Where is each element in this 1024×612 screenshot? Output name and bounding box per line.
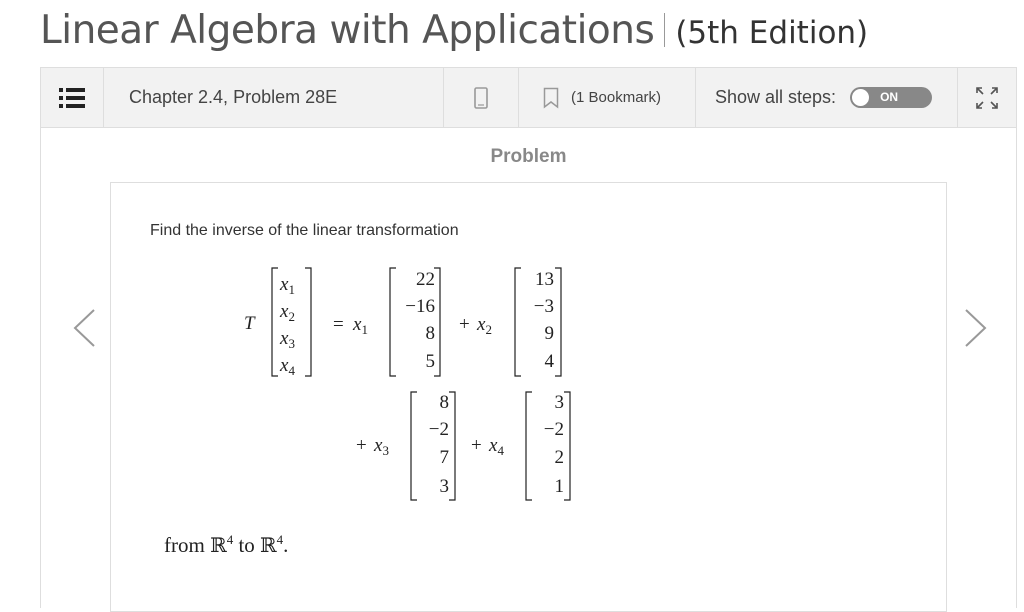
vector-4: 3 −2 2 1 [544, 392, 564, 497]
from-word: from [164, 533, 205, 557]
input-vector: x1 x2 x3 x4 [279, 274, 295, 378]
vector-entry: −3 [534, 296, 554, 317]
equation: T x1 x2 x3 x4 = x1 22 −16 8 5 + x2 13 −3… [244, 267, 571, 501]
to-word: to [238, 533, 255, 557]
codomain-symbol: ℝ [260, 533, 277, 557]
vector-entry: −2 [429, 419, 449, 440]
input-entry: x1 [279, 274, 295, 297]
vector-entry: 8 [426, 323, 436, 344]
vector-entry: 4 [545, 351, 555, 372]
term-coefficient: x2 [476, 314, 492, 337]
vector-1: 22 −16 8 5 [405, 269, 435, 372]
plus-sign: + [459, 314, 470, 335]
problem-domain-text: from ℝ4 to ℝ4. [164, 532, 288, 558]
vector-entry: 5 [426, 351, 436, 372]
term-coefficient: x1 [352, 314, 368, 337]
input-entry: x4 [279, 355, 295, 378]
vector-entry: 7 [440, 447, 450, 468]
vector-entry: 1 [555, 476, 565, 497]
domain-symbol: ℝ [210, 533, 227, 557]
vector-2: 13 −3 9 4 [534, 269, 555, 372]
term-coefficient: x4 [488, 435, 504, 458]
vector-3: 8 −2 7 3 [429, 392, 449, 497]
vector-entry: 2 [555, 447, 565, 468]
domain-exponent: 4 [226, 532, 234, 547]
vector-entry: 8 [440, 392, 450, 413]
vector-entry: 9 [545, 323, 555, 344]
plus-sign: + [471, 435, 482, 456]
equation-lhs-symbol: T [244, 313, 256, 334]
vector-entry: −2 [544, 419, 564, 440]
vector-entry: 3 [440, 476, 450, 497]
equals-sign: = [333, 314, 344, 335]
input-entry: x3 [279, 328, 295, 351]
sentence-period: . [283, 533, 289, 557]
vector-entry: 3 [555, 392, 565, 413]
input-entry: x2 [279, 301, 295, 324]
plus-sign: + [356, 435, 367, 456]
vector-entry: 13 [535, 269, 554, 290]
vector-entry: 22 [416, 269, 435, 290]
vector-entry: −16 [405, 296, 435, 317]
term-coefficient: x3 [373, 435, 389, 458]
